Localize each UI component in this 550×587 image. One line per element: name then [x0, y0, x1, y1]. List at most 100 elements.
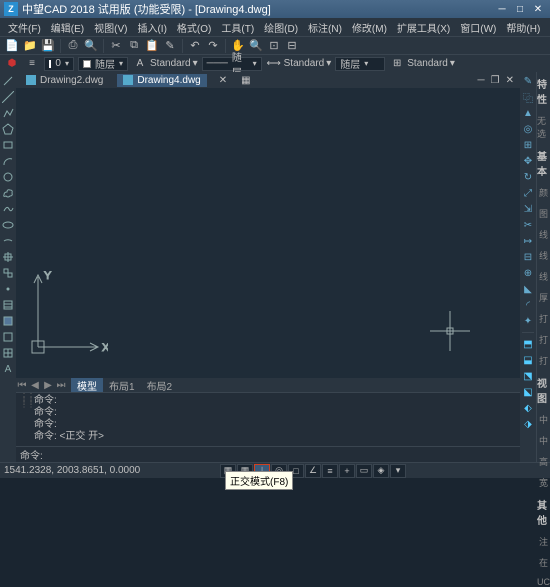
rotate-icon[interactable]: ↻ [521, 170, 535, 184]
prop-cx[interactable]: 中 [539, 413, 548, 426]
hatch-icon[interactable] [1, 298, 15, 312]
undo-icon[interactable]: ↶ [187, 38, 203, 54]
otrack-toggle[interactable]: ∠ [305, 464, 321, 478]
menu-format[interactable]: 格式(O) [173, 19, 215, 36]
align-left-icon[interactable]: ⬒ [521, 337, 535, 351]
drawing-canvas[interactable]: Y X [16, 88, 520, 378]
menu-file[interactable]: 文件(F) [4, 19, 45, 36]
tab-model[interactable]: 模型 [71, 378, 103, 393]
menu-draw[interactable]: 绘图(D) [260, 19, 302, 36]
move-icon[interactable]: ✥ [521, 154, 535, 168]
doc-tab-1[interactable]: Drawing2.dwg [20, 74, 109, 87]
prop-color[interactable]: 颜 [539, 186, 548, 199]
align-bottom-icon[interactable]: ⬗ [521, 417, 535, 431]
command-input[interactable] [47, 449, 516, 460]
paste-icon[interactable]: 📋 [144, 38, 160, 54]
tab-layout2[interactable]: 布局2 [141, 378, 179, 393]
minimize-button[interactable]: ─ [494, 2, 510, 16]
layer-manager-icon[interactable]: ⬢ [4, 56, 20, 72]
copy-icon[interactable]: ⧉ [126, 38, 142, 54]
menu-view[interactable]: 视图(V) [90, 19, 131, 36]
prop-on[interactable]: 在 [539, 556, 548, 569]
dim-style-icon[interactable]: ⟷ [266, 56, 282, 72]
dyn-toggle[interactable]: + [339, 464, 355, 478]
cycle-toggle[interactable]: ◈ [373, 464, 389, 478]
table-icon[interactable] [1, 346, 15, 360]
align-right-icon[interactable]: ⬔ [521, 369, 535, 383]
prop-plot[interactable]: 打 [539, 312, 548, 325]
region-icon[interactable] [1, 330, 15, 344]
offset-icon[interactable]: ◎ [521, 122, 535, 136]
open-icon[interactable]: 📁 [22, 38, 38, 54]
menu-tools[interactable]: 工具(T) [217, 19, 258, 36]
mirror-icon[interactable]: ▲ [521, 106, 535, 120]
layer-dropdown[interactable]: 0 ▾ [44, 57, 74, 71]
save-icon[interactable]: 💾 [40, 38, 56, 54]
stretch-icon[interactable]: ⇲ [521, 202, 535, 216]
erase-icon[interactable]: ✎ [521, 74, 535, 88]
revcloud-icon[interactable] [1, 186, 15, 200]
menu-dim[interactable]: 标注(N) [304, 19, 346, 36]
preview-icon[interactable]: 🔍 [83, 38, 99, 54]
trim-icon[interactable]: ✂ [521, 218, 535, 232]
scale-icon[interactable]: ⤢ [521, 186, 535, 200]
table-style-label[interactable]: Standard [407, 58, 448, 69]
prop-h[interactable]: 高 [539, 455, 548, 468]
menu-edit[interactable]: 编辑(E) [47, 19, 88, 36]
linetype-dropdown[interactable]: ─── 随层 ▾ [202, 57, 262, 71]
insert-icon[interactable] [1, 250, 15, 264]
ellipse-arc-icon[interactable] [1, 234, 15, 248]
arc-icon[interactable] [1, 154, 15, 168]
layer-states-icon[interactable]: ≡ [24, 56, 40, 72]
doc-tab-2[interactable]: Drawing4.dwg [117, 74, 206, 87]
circle-icon[interactable] [1, 170, 15, 184]
break-icon[interactable]: ⊟ [521, 250, 535, 264]
more-toggle[interactable]: ▾ [390, 464, 406, 478]
lweight-toggle[interactable]: ≡ [322, 464, 338, 478]
array-icon[interactable]: ⊞ [521, 138, 535, 152]
prop-plot3[interactable]: 打 [539, 354, 548, 367]
rectangle-icon[interactable] [1, 138, 15, 152]
color-dropdown[interactable]: 随层 ▾ [78, 57, 128, 71]
polyline-icon[interactable] [1, 106, 15, 120]
menu-insert[interactable]: 插入(I) [133, 19, 170, 36]
join-icon[interactable]: ⊕ [521, 266, 535, 280]
model-toggle[interactable]: ▭ [356, 464, 372, 478]
table-style-icon[interactable]: ⊞ [389, 56, 405, 72]
command-window[interactable]: ⋮⋮⋮⋮⋮⋮ 命令: 命令: 命令: 命令: <正交 开> [16, 392, 520, 446]
prop-ucs[interactable]: UC [537, 577, 550, 587]
extend-icon[interactable]: ↦ [521, 234, 535, 248]
tab-layout1[interactable]: 布局1 [103, 378, 141, 393]
spline-icon[interactable] [1, 202, 15, 216]
align-center-icon[interactable]: ⬓ [521, 353, 535, 367]
zoom-icon[interactable]: 🔍 [248, 38, 264, 54]
text-icon[interactable]: A [1, 362, 15, 376]
new-icon[interactable]: 📄 [4, 38, 20, 54]
explode-icon[interactable]: ✦ [521, 314, 535, 328]
layout-next-icon[interactable]: ▶ [42, 380, 54, 391]
layout-first-icon[interactable]: ⏮ [16, 380, 28, 391]
text-style-label[interactable]: Standard [150, 58, 191, 69]
lineweight-dropdown[interactable]: 随层 ▾ [335, 57, 385, 71]
xline-icon[interactable] [1, 90, 15, 104]
mdi-restore-icon[interactable]: ❐ [489, 75, 502, 86]
close-button[interactable]: ✕ [530, 2, 546, 16]
layout-last-icon[interactable]: ⏭ [55, 380, 67, 391]
dim-style-label[interactable]: Standard [284, 58, 325, 69]
tab-close-icon[interactable]: ✕ [219, 75, 227, 86]
redo-icon[interactable]: ↷ [205, 38, 221, 54]
maximize-button[interactable]: □ [512, 2, 528, 16]
mdi-close-icon[interactable]: ✕ [504, 75, 516, 86]
layout-prev-icon[interactable]: ◀ [29, 380, 41, 391]
align-middle-icon[interactable]: ⬖ [521, 401, 535, 415]
zoom-window-icon[interactable]: ⊡ [266, 38, 282, 54]
prop-anno[interactable]: 注 [539, 535, 548, 548]
tab-list-icon[interactable]: ▦ [241, 75, 250, 86]
point-icon[interactable] [1, 282, 15, 296]
gradient-icon[interactable] [1, 314, 15, 328]
menu-app[interactable]: APP+ [546, 21, 550, 34]
zoom-prev-icon[interactable]: ⊟ [284, 38, 300, 54]
prop-lscale[interactable]: 线 [539, 249, 548, 262]
prop-plot2[interactable]: 打 [539, 333, 548, 346]
prop-lweight[interactable]: 线 [539, 270, 548, 283]
